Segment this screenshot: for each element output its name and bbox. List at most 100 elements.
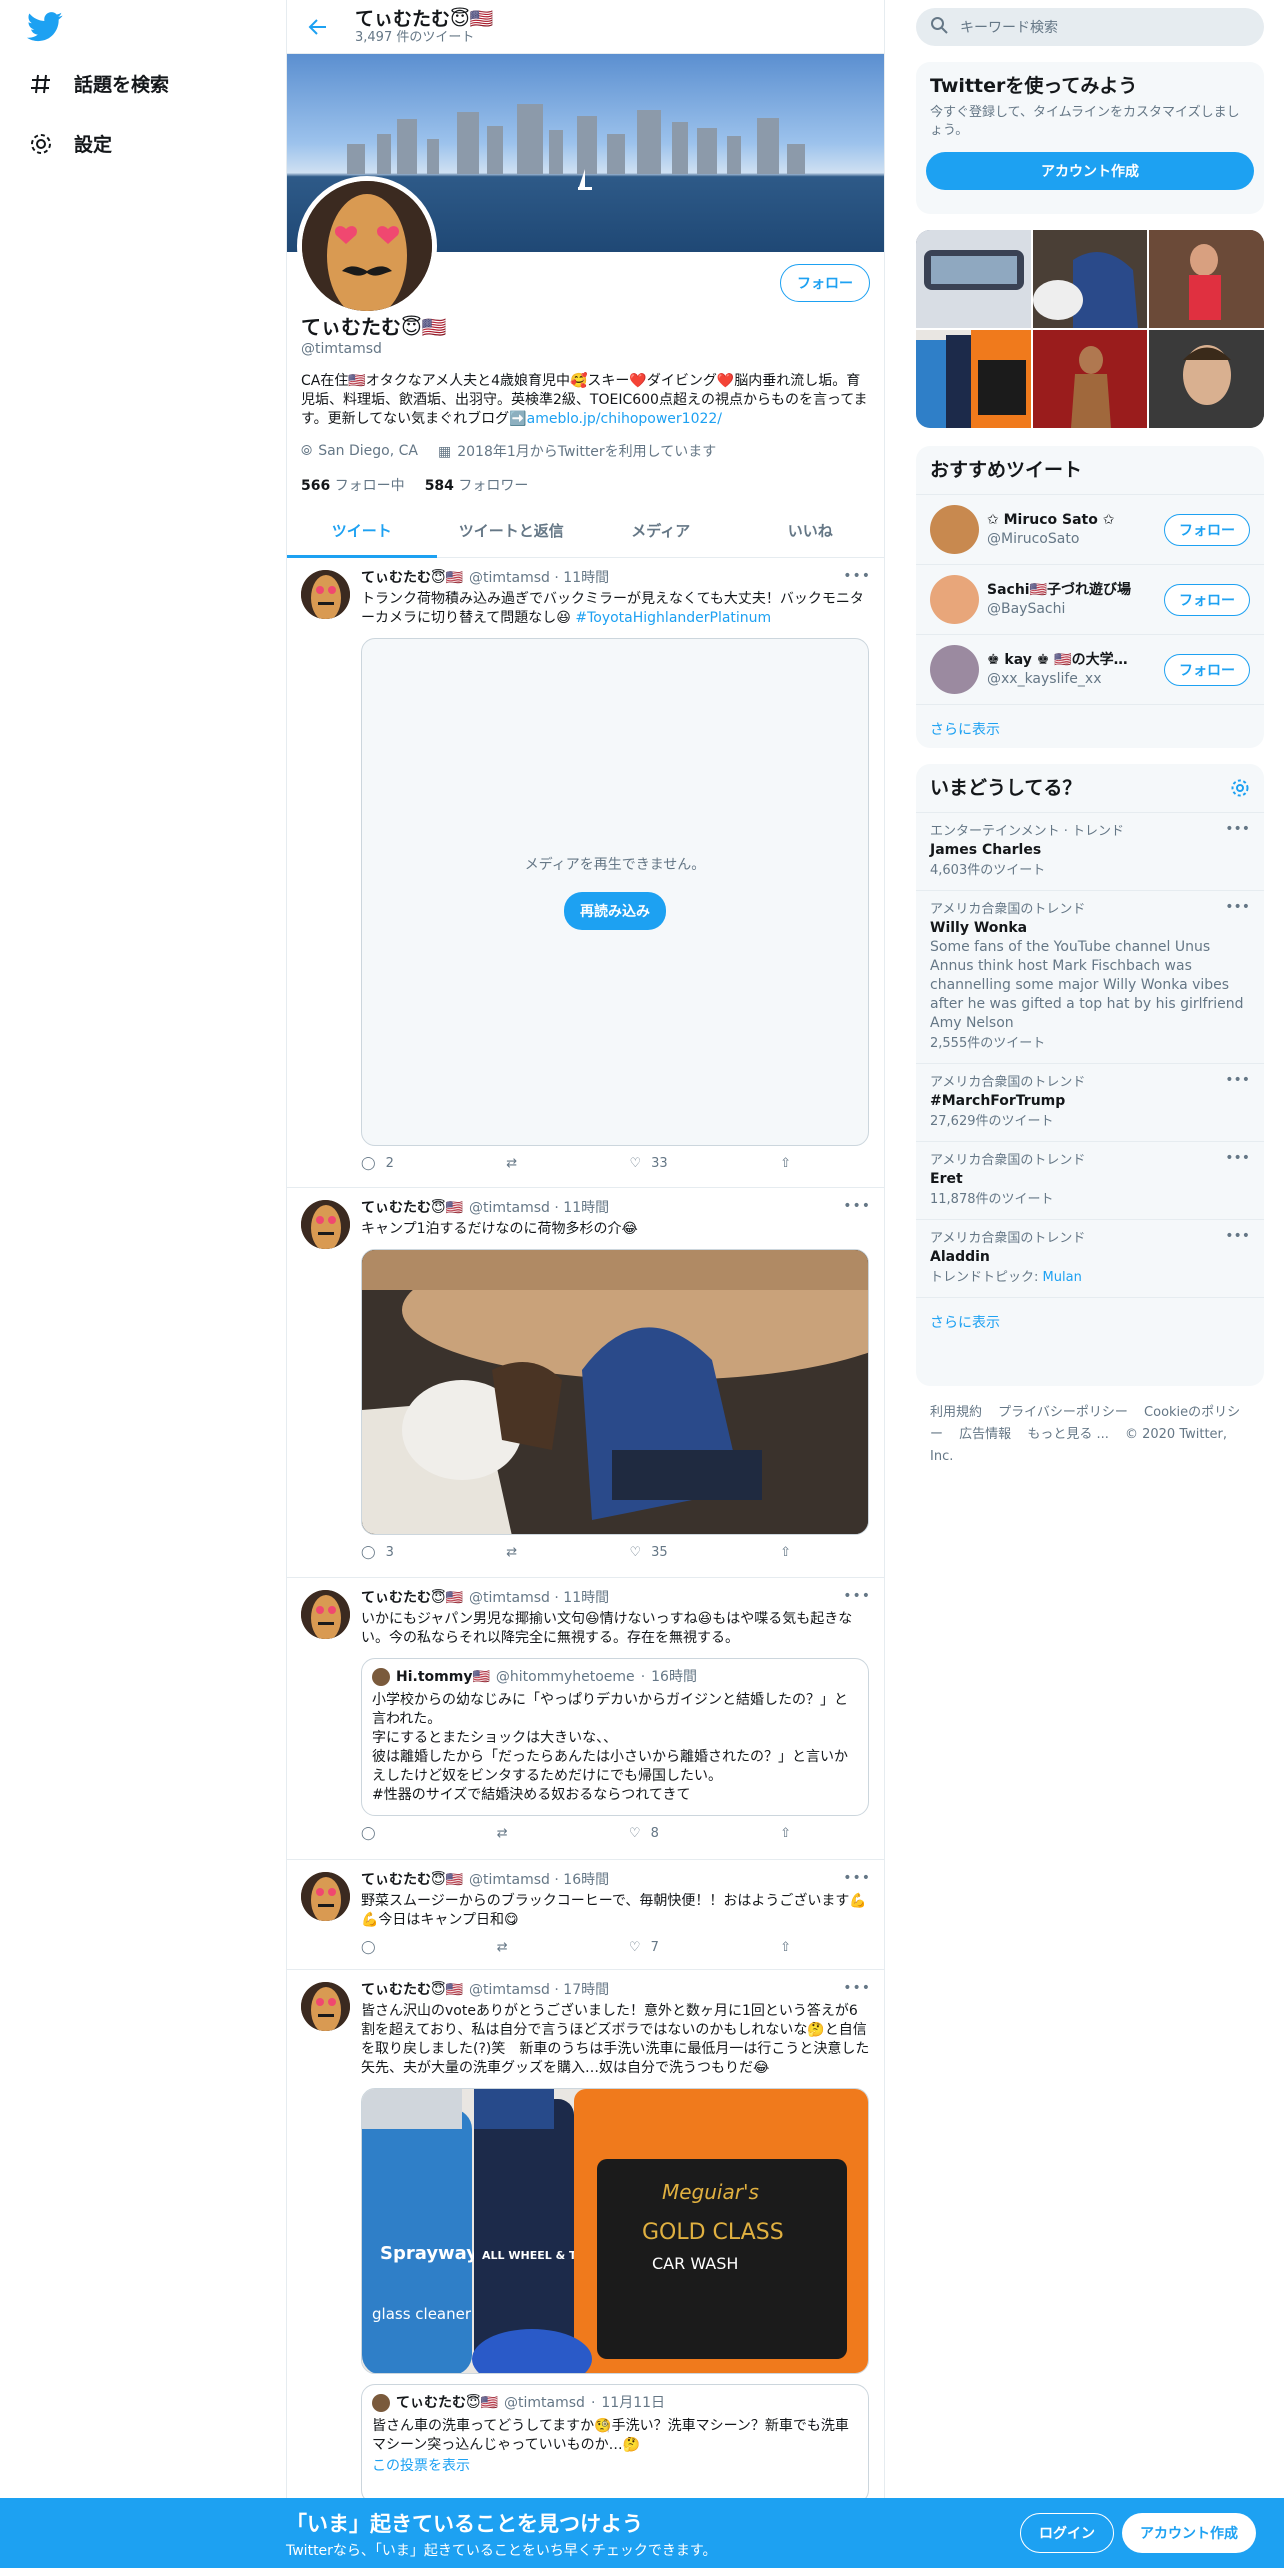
footer-link[interactable]: 広告情報 — [959, 1427, 1011, 1442]
reply-button[interactable]: ◯ — [361, 1940, 376, 1955]
show-more-link[interactable]: さらに表示 — [916, 704, 1264, 748]
nav-settings[interactable]: 設定 — [28, 130, 112, 157]
tab-tweets-replies[interactable]: ツイートと返信 — [437, 504, 587, 557]
tweet-time[interactable]: 11時間 — [563, 1198, 609, 1218]
like-button[interactable]: ♡ 8 — [629, 1826, 659, 1841]
twitter-bird-icon[interactable] — [26, 12, 64, 42]
retweet-button[interactable]: ⇄ — [497, 1826, 508, 1841]
tab-likes[interactable]: いいね — [736, 504, 885, 557]
share-button[interactable]: ⇧ — [780, 1826, 791, 1841]
tweet-avatar[interactable] — [301, 1590, 350, 1639]
tweet-time[interactable]: 17時間 — [563, 1980, 609, 2000]
tweet-avatar[interactable] — [301, 1982, 350, 2031]
trend-item[interactable]: エンターテインメント · トレンド James Charles 4,603件のツ… — [916, 812, 1264, 890]
search-box[interactable]: キーワード検索 — [916, 8, 1264, 46]
media-thumb[interactable] — [1032, 230, 1148, 328]
tweet-handle[interactable]: @timtamsd — [469, 1588, 550, 1608]
footer-link[interactable]: プライバシーポリシー — [998, 1405, 1128, 1420]
more-icon[interactable]: ••• — [1225, 1150, 1250, 1166]
tab-tweets[interactable]: ツイート — [287, 504, 437, 558]
create-account-button[interactable]: アカウント作成 — [926, 152, 1254, 190]
tweet-author[interactable]: てぃむたむ😇🇺🇸 — [361, 568, 463, 588]
tweet-author[interactable]: てぃむたむ😇🇺🇸 — [361, 1588, 463, 1608]
retweet-button[interactable]: ⇄ — [506, 1156, 517, 1171]
share-button[interactable]: ⇧ — [780, 1940, 791, 1955]
media-thumb[interactable] — [916, 330, 1031, 428]
tab-media[interactable]: メディア — [586, 504, 736, 557]
tweet-time[interactable]: 11時間 — [563, 1588, 609, 1608]
trend-topic-link[interactable]: Mulan — [1043, 1270, 1082, 1285]
hashtag-link[interactable]: #ToyotaHighlanderPlatinum — [575, 610, 771, 626]
share-button[interactable]: ⇧ — [780, 1156, 791, 1171]
tweet-time[interactable]: 11時間 — [563, 568, 609, 588]
bio-link[interactable]: ameblo.jp/chihopower1022/ — [527, 411, 722, 427]
signup-button[interactable]: アカウント作成 — [1122, 2513, 1256, 2553]
more-icon[interactable]: ••• — [843, 1588, 871, 1604]
reply-button[interactable]: ◯ — [361, 1826, 376, 1841]
share-button[interactable]: ⇧ — [780, 1545, 791, 1560]
tweet[interactable]: てぃむたむ😇🇺🇸 @timtamsd · 17時間 ••• 皆さん沢山のvoteあ… — [287, 1970, 884, 2530]
tweet-author[interactable]: てぃむたむ😇🇺🇸 — [361, 1980, 463, 2000]
reload-button[interactable]: 再読み込み — [564, 892, 666, 930]
more-icon[interactable]: ••• — [843, 568, 871, 584]
recommended-user[interactable]: ♚ kay ♚ 🇺🇸の大学… @xx_kayslife_xx フォロー — [916, 634, 1264, 704]
tweet-handle[interactable]: @timtamsd — [469, 1980, 550, 2000]
following-link[interactable]: 566 フォロー中 — [301, 475, 405, 495]
tweet-photo[interactable]: Sprayway glass cleaner ALL WHEEL & TIRE … — [361, 2088, 869, 2374]
tweet-avatar[interactable] — [301, 1200, 350, 1249]
more-icon[interactable]: ••• — [843, 1870, 871, 1886]
nav-explore[interactable]: 話題を検索 — [28, 70, 169, 97]
media-thumb[interactable] — [1149, 230, 1264, 328]
gear-icon[interactable] — [1230, 778, 1250, 802]
quoted-tweet[interactable]: てぃむたむ😇🇺🇸 @timtamsd · 11月11日 皆さん車の洗車ってどうしてます… — [361, 2384, 869, 2504]
profile-avatar[interactable] — [297, 176, 437, 316]
media-thumb[interactable] — [1149, 330, 1264, 428]
tweet-handle[interactable]: @timtamsd — [469, 568, 550, 588]
more-icon[interactable]: ••• — [1225, 899, 1250, 915]
more-icon[interactable]: ••• — [1225, 1072, 1250, 1088]
recommended-user[interactable]: ✩ Miruco Sato ✩ @MirucoSato フォロー — [916, 494, 1264, 564]
tweet-time[interactable]: 16時間 — [563, 1870, 609, 1890]
reply-button[interactable]: ◯ 3 — [361, 1545, 394, 1560]
tweet[interactable]: てぃむたむ😇🇺🇸 @timtamsd · 16時間 ••• 野菜スムージーからのブ… — [287, 1860, 884, 1970]
follow-user-button[interactable]: フォロー — [1164, 653, 1250, 686]
follow-button[interactable]: フォロー — [780, 264, 870, 302]
like-button[interactable]: ♡ 35 — [630, 1545, 668, 1560]
like-button[interactable]: ♡ 33 — [630, 1156, 668, 1171]
follow-user-button[interactable]: フォロー — [1164, 583, 1250, 616]
media-thumb[interactable] — [1032, 330, 1148, 428]
retweet-button[interactable]: ⇄ — [506, 1545, 517, 1560]
more-icon[interactable]: ••• — [843, 1198, 871, 1214]
recommended-user[interactable]: Sachi🇺🇸子づれ遊び場 @BaySachi フォロー — [916, 564, 1264, 634]
tweet-avatar[interactable] — [301, 1872, 350, 1921]
tweet-handle[interactable]: @timtamsd — [469, 1870, 550, 1890]
show-poll-link[interactable]: この投票を表示 — [372, 2455, 858, 2475]
back-arrow-icon[interactable] — [301, 10, 335, 44]
trend-item[interactable]: アメリカ合衆国のトレンド Aladdin トレンドトピック: Mulan ••• — [916, 1219, 1264, 1297]
followers-link[interactable]: 584 フォロワー — [425, 475, 529, 495]
reply-button[interactable]: ◯ 2 — [361, 1156, 394, 1171]
tweet-author[interactable]: てぃむたむ😇🇺🇸 — [361, 1870, 463, 1890]
tweet[interactable]: てぃむたむ😇🇺🇸 @timtamsd · 11時間 ••• いかにもジャパン男児な… — [287, 1578, 884, 1860]
login-button[interactable]: ログイン — [1020, 2513, 1114, 2553]
trend-item[interactable]: アメリカ合衆国のトレンド Willy Wonka Some fans of th… — [916, 890, 1264, 1063]
more-icon[interactable]: ••• — [843, 1980, 871, 1996]
tweet[interactable]: てぃむたむ😇🇺🇸 @timtamsd · 11時間 ••• キャンプ1泊するだけな… — [287, 1188, 884, 1578]
follow-user-button[interactable]: フォロー — [1164, 513, 1250, 546]
media-thumb[interactable] — [916, 230, 1031, 328]
like-button[interactable]: ♡ 7 — [629, 1940, 659, 1955]
tweet-avatar[interactable] — [301, 570, 350, 619]
show-more-link[interactable]: さらに表示 — [916, 1297, 1264, 1346]
footer-link[interactable]: 利用規約 — [930, 1405, 982, 1420]
quoted-tweet[interactable]: Hi.tommy🇺🇸 @hitommyhetoeme · 16時間 小学校からの幼なじ… — [361, 1658, 869, 1816]
tweet-author[interactable]: てぃむたむ😇🇺🇸 — [361, 1198, 463, 1218]
tweet-handle[interactable]: @timtamsd — [469, 1198, 550, 1218]
more-icon[interactable]: ••• — [1225, 1228, 1250, 1244]
trend-item[interactable]: アメリカ合衆国のトレンド #MarchForTrump 27,629件のツイート… — [916, 1063, 1264, 1141]
tweet-photo[interactable] — [361, 1249, 869, 1535]
trend-item[interactable]: アメリカ合衆国のトレンド Eret 11,878件のツイート ••• — [916, 1141, 1264, 1219]
more-icon[interactable]: ••• — [1225, 821, 1250, 837]
footer-link[interactable]: もっと見る ... — [1027, 1427, 1109, 1442]
tweet[interactable]: てぃむたむ😇🇺🇸 @timtamsd · 11時間 ••• トランク荷物積み込み過… — [287, 558, 884, 1188]
retweet-button[interactable]: ⇄ — [497, 1940, 508, 1955]
